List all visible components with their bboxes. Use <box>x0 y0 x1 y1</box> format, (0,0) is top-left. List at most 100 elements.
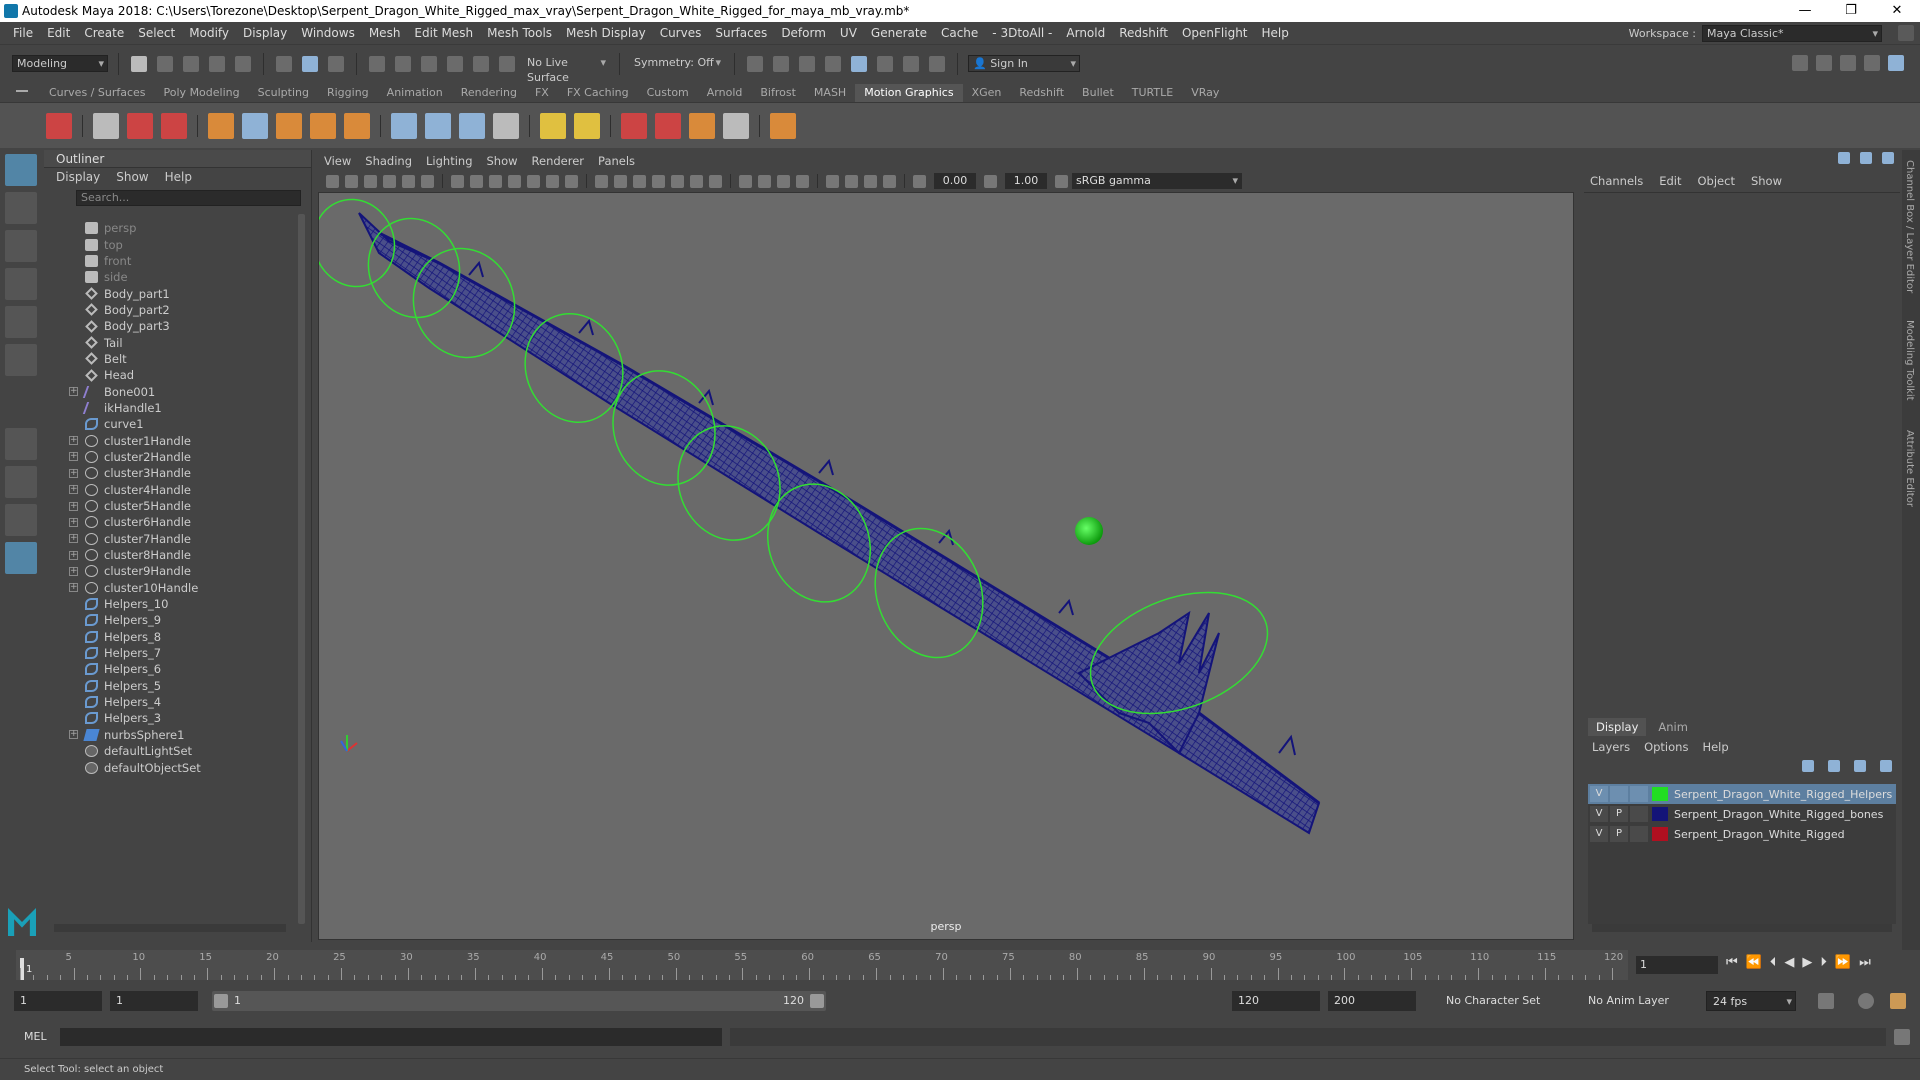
scale-tool-icon[interactable] <box>5 344 37 376</box>
multisample-aa-icon[interactable] <box>777 174 790 188</box>
menu-arnold[interactable]: Arnold <box>1059 26 1112 40</box>
outliner-item[interactable]: Body_part1 <box>44 285 294 301</box>
outliner-item[interactable]: Helpers_3 <box>44 710 294 726</box>
curve-tool-icon[interactable] <box>242 112 268 139</box>
shadows-icon[interactable] <box>709 174 722 188</box>
screen-space-ao-icon[interactable] <box>739 174 752 188</box>
expand-icon[interactable]: + <box>69 730 78 740</box>
script-editor-icon[interactable] <box>1894 1029 1910 1045</box>
brush-icon[interactable] <box>161 112 187 139</box>
move-tool-icon[interactable] <box>5 268 37 300</box>
wireframe-icon[interactable] <box>595 174 608 188</box>
outliner-item[interactable]: defaultObjectSet <box>44 759 294 775</box>
depth-of-field-icon[interactable] <box>796 174 809 188</box>
layer-tab-anim[interactable]: Anim <box>1650 718 1696 736</box>
bookmark-icon[interactable] <box>364 174 377 188</box>
nurbs-sphere[interactable] <box>1075 517 1103 545</box>
workspace-dropdown[interactable]: Maya Classic* <box>1702 25 1882 42</box>
expand-icon[interactable]: + <box>69 485 78 495</box>
menu-uv[interactable]: UV <box>833 26 864 40</box>
snap-curve-icon[interactable] <box>395 55 411 72</box>
select-tool-icon[interactable] <box>5 154 37 186</box>
outliner-scrollbar[interactable] <box>298 214 305 924</box>
outliner-item[interactable]: curve1 <box>44 416 294 432</box>
viewport-persp[interactable]: persp <box>318 192 1574 940</box>
expand-icon[interactable]: + <box>69 452 78 462</box>
auto-key-icon[interactable] <box>1858 993 1874 1009</box>
mograph-cube-icon[interactable] <box>46 112 72 139</box>
snowflake-icon[interactable] <box>723 112 749 139</box>
outliner-item[interactable]: Helpers_6 <box>44 661 294 677</box>
snap-view-plane-icon[interactable] <box>447 55 463 72</box>
open-scene-icon[interactable] <box>157 55 173 72</box>
animation-end-field[interactable]: 200 <box>1328 991 1416 1011</box>
shelf-tab-arnold[interactable]: Arnold <box>698 84 752 102</box>
character-set-dropdown[interactable]: No Character Set <box>1440 991 1564 1011</box>
menu-curves[interactable]: Curves <box>653 26 709 40</box>
two-pane-layout-icon[interactable] <box>5 504 37 536</box>
list-icon[interactable] <box>93 112 119 139</box>
gamma-field[interactable]: 1.00 <box>1005 173 1047 189</box>
step-back-key-icon[interactable]: ⏪ <box>1746 955 1762 970</box>
menu-cache[interactable]: Cache <box>934 26 985 40</box>
anim-preferences-icon[interactable] <box>1890 993 1906 1009</box>
redo-icon[interactable] <box>235 55 251 72</box>
channel-box-icon[interactable] <box>1888 55 1904 71</box>
playback-end-field[interactable]: 120 <box>1232 991 1320 1011</box>
outliner-menu-display[interactable]: Display <box>56 170 100 184</box>
exposure-field[interactable]: 0.00 <box>934 173 976 189</box>
channelbox-menu-show[interactable]: Show <box>1751 174 1782 188</box>
shelf-tab-rendering[interactable]: Rendering <box>452 84 526 102</box>
outliner-item[interactable]: + Bone001 <box>44 383 294 399</box>
outliner-search-input[interactable]: Search... <box>76 190 301 206</box>
outliner-item[interactable]: Belt <box>44 351 294 367</box>
menu-display[interactable]: Display <box>236 26 294 40</box>
isolate-select-icon[interactable] <box>826 174 839 188</box>
layer-menu-options[interactable]: Options <box>1644 740 1688 754</box>
hypershade-icon[interactable] <box>851 55 867 72</box>
menu-deform[interactable]: Deform <box>774 26 833 40</box>
outliner-layout-icon[interactable] <box>5 542 37 574</box>
menu-openflight[interactable]: OpenFlight <box>1175 26 1255 40</box>
menu-file[interactable]: File <box>6 26 40 40</box>
grease-pencil-icon[interactable] <box>421 174 434 188</box>
field-chart-icon[interactable] <box>527 174 540 188</box>
sphere-icon[interactable] <box>208 112 234 139</box>
menu-help[interactable]: Help <box>1255 26 1296 40</box>
outliner-item[interactable]: + cluster1Handle <box>44 432 294 448</box>
shelf-tab-custom[interactable]: Custom <box>638 84 698 102</box>
color-management-icon[interactable] <box>1055 174 1068 188</box>
type-icon[interactable] <box>276 112 302 139</box>
shelf-tab-curves-surfaces[interactable]: Curves / Surfaces <box>40 84 155 102</box>
menu-redshift[interactable]: Redshift <box>1112 26 1175 40</box>
play-forwards-icon[interactable]: ▶ <box>1802 955 1812 970</box>
exposure-icon[interactable] <box>913 174 926 188</box>
outliner-item[interactable]: + cluster10Handle <box>44 580 294 596</box>
range-slider[interactable]: 1 120 <box>212 991 826 1011</box>
fluid-icon[interactable] <box>689 112 715 139</box>
outliner-item[interactable]: Helpers_8 <box>44 629 294 645</box>
move-layer-up-icon[interactable] <box>1802 760 1814 772</box>
menu-edit-mesh[interactable]: Edit Mesh <box>407 26 480 40</box>
go-to-end-icon[interactable]: ⏭ <box>1859 955 1871 970</box>
command-input[interactable] <box>60 1028 722 1046</box>
outliner-menu-show[interactable]: Show <box>116 170 148 184</box>
go-to-start-icon[interactable]: ⏮ <box>1726 955 1738 970</box>
shelf-tab-poly-modeling[interactable]: Poly Modeling <box>155 84 249 102</box>
select-hierarchy-icon[interactable] <box>276 55 292 72</box>
snap-point-icon[interactable] <box>421 55 437 72</box>
film-gate-icon[interactable] <box>470 174 483 188</box>
menu-mesh[interactable]: Mesh <box>362 26 408 40</box>
modeling-toolkit-icon[interactable] <box>1792 55 1808 71</box>
loop-icon[interactable] <box>1818 993 1834 1009</box>
menu-create[interactable]: Create <box>77 26 131 40</box>
side-tab-attribute-editor[interactable]: Attribute Editor <box>1904 430 1915 507</box>
make-live-icon[interactable] <box>473 55 489 72</box>
viewport-menu-shading[interactable]: Shading <box>365 154 412 168</box>
script-language-label[interactable]: MEL <box>24 1030 47 1043</box>
outliner-item[interactable]: + cluster6Handle <box>44 514 294 530</box>
smooth-shade-icon[interactable] <box>614 174 627 188</box>
shelf-tab-sculpting[interactable]: Sculpting <box>249 84 318 102</box>
side-tab-modeling-toolkit[interactable]: Modeling Toolkit <box>1904 320 1915 401</box>
menu-set-dropdown[interactable]: Modeling <box>12 55 108 72</box>
